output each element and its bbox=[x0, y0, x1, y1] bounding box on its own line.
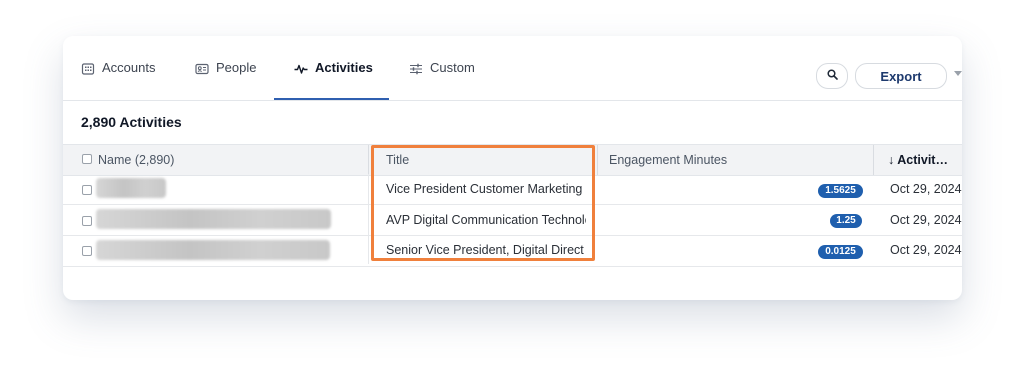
cell-title: AVP Digital Communication Technology bbox=[386, 213, 586, 227]
active-tab-indicator bbox=[274, 98, 389, 100]
redacted-name bbox=[96, 209, 331, 229]
column-divider bbox=[368, 145, 369, 175]
tab-accounts[interactable]: Accounts bbox=[81, 60, 155, 100]
header-name[interactable]: Name (2,890) bbox=[98, 153, 174, 167]
tab-people-label: People bbox=[216, 60, 257, 75]
column-divider bbox=[873, 145, 874, 175]
column-divider bbox=[597, 145, 598, 175]
building-icon bbox=[81, 62, 95, 76]
pulse-icon bbox=[294, 62, 308, 76]
row-checkbox[interactable] bbox=[82, 185, 92, 195]
header-title[interactable]: Title bbox=[386, 153, 409, 167]
cell-title: Vice President Customer Marketing bbox=[386, 182, 583, 196]
tab-accounts-label: Accounts bbox=[102, 60, 156, 75]
header-engagement-minutes[interactable]: Engagement Minutes bbox=[609, 153, 727, 167]
redacted-name bbox=[96, 240, 330, 260]
sliders-icon bbox=[409, 62, 423, 76]
engagement-badge: 1.25 bbox=[830, 214, 862, 228]
table-row[interactable]: AVP Digital Communication Technology 1.2… bbox=[63, 205, 962, 236]
search-button[interactable] bbox=[816, 63, 848, 89]
cell-date: Oct 29, 2024 bbox=[890, 243, 962, 257]
table-row[interactable]: Senior Vice President, Digital Direct 0.… bbox=[63, 236, 962, 267]
tab-custom[interactable]: Custom bbox=[409, 60, 475, 100]
redacted-name bbox=[96, 178, 166, 198]
activities-count-title: 2,890 Activities bbox=[81, 114, 182, 130]
tab-activities-label: Activities bbox=[315, 60, 373, 75]
row-checkbox[interactable] bbox=[82, 216, 92, 226]
engagement-badge: 0.0125 bbox=[818, 245, 863, 259]
header-activity-date-label: Activit… bbox=[897, 153, 948, 167]
export-button[interactable]: Export bbox=[855, 63, 947, 89]
tab-activities[interactable]: Activities bbox=[294, 60, 373, 100]
activities-panel: Accounts People Activities Custom Export… bbox=[63, 36, 962, 300]
tab-people[interactable]: People bbox=[195, 60, 256, 100]
cell-date: Oct 29, 2024 bbox=[890, 213, 962, 227]
tab-custom-label: Custom bbox=[430, 60, 475, 75]
row-checkbox[interactable] bbox=[82, 246, 92, 256]
header-activity-date[interactable]: ↓ Activit… bbox=[888, 153, 948, 167]
cell-date: Oct 29, 2024 bbox=[890, 182, 962, 196]
table-row[interactable]: Vice President Customer Marketing 1.5625… bbox=[63, 174, 962, 205]
cell-title: Senior Vice President, Digital Direct bbox=[386, 243, 584, 257]
table-header: Name (2,890) Title Engagement Minutes ↓ … bbox=[63, 144, 962, 176]
chevron-down-icon[interactable] bbox=[954, 71, 962, 76]
arrow-down-icon: ↓ bbox=[888, 153, 895, 167]
engagement-badge: 1.5625 bbox=[818, 184, 863, 198]
select-all-checkbox[interactable] bbox=[82, 154, 92, 164]
tab-bar: Accounts People Activities Custom Export bbox=[63, 36, 962, 101]
search-icon bbox=[826, 67, 838, 85]
id-card-icon bbox=[195, 62, 209, 76]
